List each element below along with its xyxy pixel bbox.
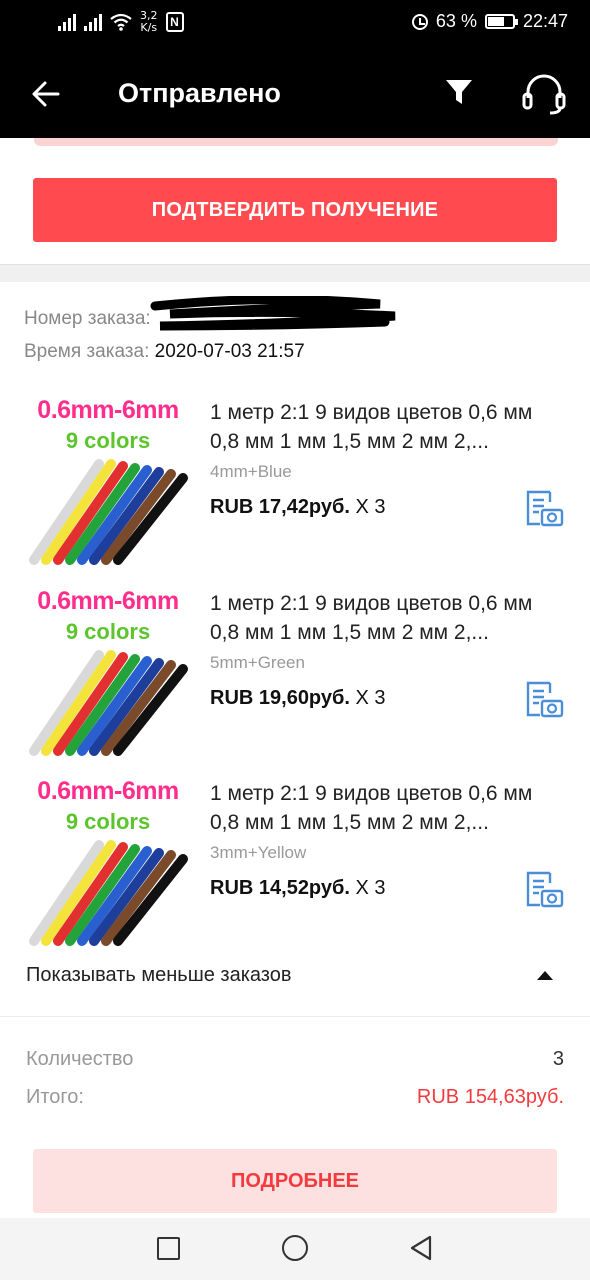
item-price-row: RUB 19,60руб. X 3	[210, 687, 386, 710]
document-camera-icon[interactable]	[524, 488, 564, 528]
cable-strands-graphic	[29, 650, 188, 756]
item-title[interactable]: 1 метр 2:1 9 видов цветов 0,6 мм 0,8 мм …	[210, 398, 560, 456]
section-divider	[0, 264, 590, 282]
item-quantity: X 3	[349, 687, 386, 709]
item-sku: 3mm+Yellow	[210, 843, 307, 862]
page-title: Отправлено	[118, 78, 281, 108]
total-label: Итого:	[26, 1086, 84, 1108]
order-time-value: 2020-07-03 21:57	[154, 341, 305, 362]
item-sku: 4mm+Blue	[210, 462, 292, 481]
item-title[interactable]: 1 метр 2:1 9 видов цветов 0,6 мм 0,8 мм …	[210, 589, 560, 647]
nav-back-icon[interactable]	[408, 1234, 434, 1262]
wifi-icon	[110, 13, 132, 31]
status-bar: 3,2 K/s N 63 % 22:47	[0, 0, 590, 46]
nfc-icon: N	[165, 12, 184, 32]
cable-strands-graphic	[29, 459, 188, 565]
order-item[interactable]: 0.6mm-6mm 9 colors 1 метр 2:1 9 видов цв…	[0, 777, 590, 957]
total-value: RUB 154,63руб.	[416, 1086, 564, 1108]
image-caption-size: 0.6mm-6mm	[37, 396, 179, 424]
item-price: RUB 14,52руб.	[210, 877, 350, 899]
order-time-row: Время заказа: 2020-07-03 21:57	[24, 341, 305, 363]
battery-percent: 63 %	[435, 11, 477, 31]
caret-up-icon[interactable]	[537, 971, 553, 980]
item-price: RUB 17,42руб.	[210, 496, 350, 518]
order-number-row: Номер заказа:	[24, 308, 151, 330]
status-right: 63 % 22:47	[411, 11, 568, 32]
details-button[interactable]: ПОДРОБНЕЕ	[33, 1149, 557, 1213]
confirm-receipt-button[interactable]: ПОДТВЕРДИТЬ ПОЛУЧЕНИЕ	[33, 178, 557, 242]
home-icon[interactable]	[282, 1235, 308, 1261]
document-camera-icon[interactable]	[524, 869, 564, 909]
cable-strands-graphic	[29, 840, 188, 946]
divider	[0, 1016, 590, 1017]
item-price-row: RUB 17,42руб. X 3	[210, 496, 386, 519]
support-headset-icon[interactable]	[520, 72, 568, 116]
item-sku: 5mm+Green	[210, 653, 305, 672]
image-caption-size: 0.6mm-6mm	[37, 777, 179, 805]
recents-icon[interactable]	[157, 1237, 180, 1260]
show-fewer-orders-toggle[interactable]: Показывать меньше заказов	[26, 964, 292, 987]
previous-button-edge	[34, 138, 558, 146]
item-quantity: X 3	[349, 877, 386, 899]
image-caption-size: 0.6mm-6mm	[37, 587, 179, 615]
item-title[interactable]: 1 метр 2:1 9 видов цветов 0,6 мм 0,8 мм …	[210, 779, 560, 837]
order-time-label: Время заказа:	[24, 341, 150, 362]
product-image[interactable]: 0.6mm-6mm 9 colors	[24, 587, 192, 759]
status-left: 3,2 K/s N	[58, 10, 184, 34]
filter-icon[interactable]	[444, 78, 474, 106]
battery-icon	[484, 14, 518, 29]
quantity-value: 3	[552, 1048, 564, 1070]
back-arrow-icon[interactable]	[28, 76, 64, 112]
redaction-scribble	[150, 296, 396, 331]
item-quantity: X 3	[349, 496, 386, 518]
app-header: Отправлено	[0, 46, 590, 138]
quantity-label: Количество	[26, 1048, 134, 1070]
alarm-icon	[411, 13, 428, 30]
order-item[interactable]: 0.6mm-6mm 9 colors 1 метр 2:1 9 видов цв…	[0, 396, 590, 576]
item-price: RUB 19,60руб.	[210, 687, 350, 709]
document-camera-icon[interactable]	[524, 679, 564, 719]
network-speed: 3,2 K/s	[140, 10, 158, 34]
product-image[interactable]: 0.6mm-6mm 9 colors	[24, 777, 192, 949]
battery-fill	[487, 17, 504, 26]
clock: 22:47	[522, 11, 568, 31]
item-price-row: RUB 14,52руб. X 3	[210, 877, 386, 900]
order-number-label: Номер заказа:	[24, 308, 151, 329]
speed-unit: K/s	[140, 21, 158, 34]
signal-2-icon	[84, 13, 102, 31]
signal-icon	[58, 13, 76, 31]
product-image[interactable]: 0.6mm-6mm 9 colors	[24, 396, 192, 568]
order-item[interactable]: 0.6mm-6mm 9 colors 1 метр 2:1 9 видов цв…	[0, 587, 590, 767]
system-nav-bar	[0, 1218, 590, 1280]
